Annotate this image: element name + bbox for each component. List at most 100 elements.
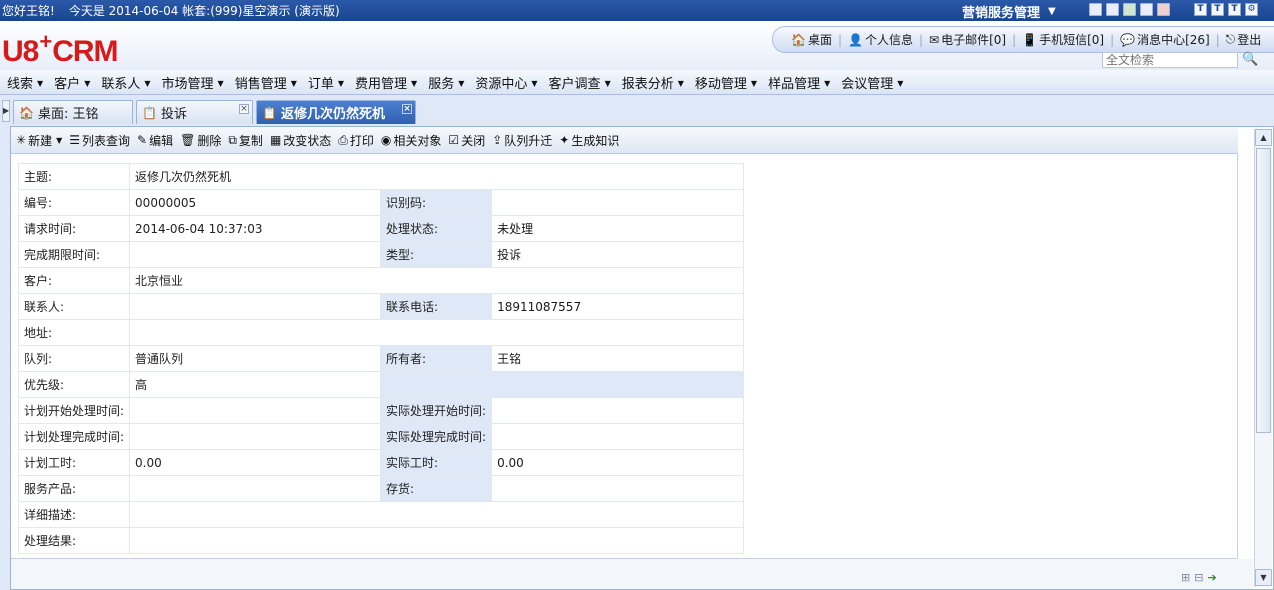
- quick-nav-logout[interactable]: ⎋ 登出: [1226, 31, 1262, 48]
- new-button[interactable]: ✳ 新建 ▼: [16, 132, 62, 149]
- form-row: 客户: 北京恒业: [17, 267, 744, 294]
- contact-label: 联系人:: [17, 293, 131, 320]
- quick-nav-sms[interactable]: 📱 手机短信[0]: [1022, 31, 1104, 48]
- menu-expenses[interactable]: 费用管理 ▼: [355, 73, 417, 92]
- menu-service[interactable]: 服务 ▼: [428, 73, 464, 92]
- scroll-up-icon[interactable]: ▲: [1255, 129, 1272, 146]
- message-icon: 💬: [1120, 32, 1136, 47]
- subject-label: 主题:: [17, 163, 131, 190]
- app-logo: U8+CRM: [2, 29, 119, 68]
- close-icon[interactable]: ×: [239, 104, 249, 114]
- menu-samples[interactable]: 样品管理 ▼: [768, 73, 830, 92]
- fulltext-search-input[interactable]: [1102, 52, 1238, 68]
- edit-button[interactable]: ✎ 编辑: [137, 132, 173, 149]
- actual-hours-label: 实际工时:: [380, 449, 493, 476]
- queue-escalate-button[interactable]: ⇪ 队列升迁: [492, 132, 552, 149]
- detail-label: 详细描述:: [17, 501, 131, 528]
- module-label: 营销服务管理: [962, 6, 1041, 21]
- scroll-down-icon[interactable]: ▼: [1255, 569, 1272, 586]
- module-switcher[interactable]: 营销服务管理 ▼: [962, 2, 1056, 21]
- settings-icon[interactable]: ⚙: [1245, 3, 1258, 16]
- related-objects-button[interactable]: ◉ 相关对象: [381, 132, 442, 149]
- text-size-medium-button[interactable]: T: [1211, 3, 1224, 16]
- quick-nav-profile[interactable]: 👤 个人信息: [848, 31, 913, 48]
- main-menu: 线索 ▼ 客户 ▼ 联系人 ▼ 市场管理 ▼ 销售管理 ▼ 订单 ▼ 费用管理 ▼ 服务 ▼ 资…: [0, 70, 1274, 95]
- menu-surveys[interactable]: 客户调查 ▼: [549, 73, 611, 92]
- menu-marketing[interactable]: 市场管理 ▼: [162, 73, 224, 92]
- layout-3-icon[interactable]: [1123, 3, 1136, 16]
- search-icon[interactable]: 🔍: [1242, 52, 1258, 67]
- form-row: 主题: 返修几次仍然死机: [17, 163, 744, 190]
- change-status-button[interactable]: ▦ 改变状态: [270, 132, 331, 149]
- text-size-large-button[interactable]: T: [1228, 3, 1241, 16]
- layout-1-icon[interactable]: [1089, 3, 1102, 16]
- menu-resources[interactable]: 资源中心 ▼: [475, 73, 537, 92]
- chevron-down-icon: ▼: [290, 78, 297, 88]
- form-row: 请求时间: 2014-06-04 10:37:03 处理状态: 未处理: [17, 215, 744, 242]
- actual-hours-value: 0.00: [491, 449, 744, 476]
- actual-start-value: [491, 397, 744, 424]
- actual-end-label: 实际处理完成时间:: [380, 423, 493, 450]
- arrow-right-icon[interactable]: ➔: [1207, 571, 1216, 584]
- quick-nav-messages[interactable]: 💬 消息中心[26]: [1120, 31, 1210, 48]
- print-button[interactable]: ⎙ 打印: [338, 132, 374, 149]
- form-row: 编号: 00000005 识别码:: [17, 189, 744, 216]
- status-label: 处理状态:: [380, 215, 493, 242]
- greeting-text: 您好王铭!: [2, 4, 55, 18]
- tab-desktop[interactable]: 🏠 桌面: 王铭: [13, 100, 133, 124]
- deadline-value: [129, 241, 382, 268]
- tab-scroll-left-button[interactable]: ▶: [2, 100, 10, 122]
- customer-label: 客户:: [17, 267, 131, 294]
- close-icon[interactable]: ×: [402, 104, 412, 114]
- priority-value: 高: [129, 371, 382, 398]
- quick-nav-desktop[interactable]: 🏠 桌面: [791, 31, 832, 48]
- menu-orders[interactable]: 订单 ▼: [308, 73, 344, 92]
- chevron-down-icon: ▼: [56, 135, 63, 145]
- plan-hours-value: 0.00: [129, 449, 382, 476]
- customer-value: 北京恒业: [129, 267, 744, 294]
- menu-reports[interactable]: 报表分析 ▼: [622, 73, 684, 92]
- queue-label: 队列:: [17, 345, 131, 372]
- vertical-scrollbar[interactable]: ▲ ▼: [1254, 129, 1272, 587]
- phone-icon: 📱: [1022, 32, 1038, 47]
- form-icon: 📋: [262, 105, 277, 120]
- expand-icon[interactable]: ⊞: [1181, 571, 1190, 584]
- form-row: 详细描述:: [17, 501, 744, 528]
- empty-value: [491, 371, 744, 398]
- tab-complaint-detail[interactable]: 📋 返修几次仍然死机 ×: [256, 100, 416, 124]
- detail-value: [129, 501, 744, 528]
- quick-nav-email[interactable]: ✉ 电子邮件[0]: [929, 31, 1006, 48]
- close-record-button[interactable]: ☑ 关闭: [448, 132, 485, 149]
- list-query-button[interactable]: ☰ 列表查询: [69, 132, 130, 149]
- menu-leads[interactable]: 线索 ▼: [7, 73, 43, 92]
- menu-contacts[interactable]: 联系人 ▼: [101, 73, 150, 92]
- layout-buttons: [1089, 3, 1174, 16]
- deadline-label: 完成期限时间:: [17, 241, 131, 268]
- layout-4-icon[interactable]: [1140, 3, 1153, 16]
- chevron-down-icon: ▼: [1048, 6, 1056, 17]
- menu-meetings[interactable]: 会议管理 ▼: [841, 73, 903, 92]
- idcode-label: 识别码:: [380, 189, 493, 216]
- form-row: 联系人: 联系电话: 18911087557: [17, 293, 744, 320]
- phone-value: 18911087557: [491, 293, 744, 320]
- layout-5-icon[interactable]: [1157, 3, 1170, 16]
- menu-sales[interactable]: 销售管理 ▼: [235, 73, 297, 92]
- stock-label: 存货:: [380, 475, 493, 502]
- queue-value: 普通队列: [129, 345, 382, 372]
- scrollbar-thumb[interactable]: [1256, 148, 1271, 433]
- actual-start-label: 实际处理开始时间:: [380, 397, 493, 424]
- menu-mobile[interactable]: 移动管理 ▼: [695, 73, 757, 92]
- layout-2-icon[interactable]: [1106, 3, 1119, 16]
- copy-button[interactable]: ⧉ 复制: [228, 132, 263, 149]
- code-value: 00000005: [129, 189, 382, 216]
- generate-knowledge-button[interactable]: ✦ 生成知识: [559, 132, 619, 149]
- empty-label: [380, 371, 493, 398]
- chevron-down-icon: ▼: [750, 78, 758, 88]
- top-status-bar: 您好王铭! 今天是 2014-06-04 帐套:(999)星空演示 (演示版) 营…: [0, 0, 1274, 21]
- text-size-small-button[interactable]: T: [1194, 3, 1207, 16]
- owner-value: 王铭: [491, 345, 744, 372]
- collapse-icon[interactable]: ⊟: [1194, 571, 1203, 584]
- tab-complaint-list[interactable]: 📋 投诉 ×: [136, 100, 253, 124]
- menu-customers[interactable]: 客户 ▼: [54, 73, 90, 92]
- delete-button[interactable]: 🗑 删除: [180, 132, 221, 149]
